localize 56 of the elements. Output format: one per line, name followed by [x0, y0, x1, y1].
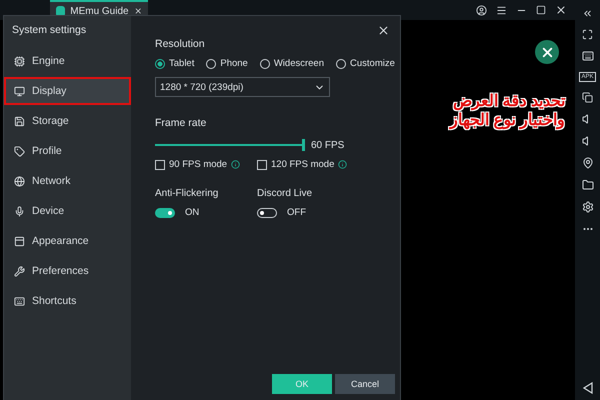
section-label: Frame rate	[155, 117, 208, 129]
nav-item[interactable]: Shortcuts	[4, 287, 131, 315]
close-icon[interactable]	[377, 24, 390, 37]
close-icon[interactable]	[555, 4, 567, 16]
slider-reading: 60 FPS	[311, 140, 344, 150]
user-icon[interactable]	[476, 4, 487, 16]
window-icon	[14, 236, 25, 246]
info-icon[interactable]	[231, 160, 240, 169]
checkbox[interactable]	[257, 160, 267, 170]
dialog-title: System settings	[11, 23, 88, 38]
nav-item[interactable]: Appearance	[4, 227, 131, 255]
microphone-icon	[14, 206, 25, 216]
chip-icon	[14, 56, 25, 66]
info-icon[interactable]	[338, 160, 348, 169]
maximize-icon[interactable]	[536, 5, 546, 15]
back-icon[interactable]	[582, 382, 592, 394]
location-icon[interactable]	[582, 157, 594, 169]
keyboard-icon	[14, 296, 25, 306]
annotation-caption: تحديد دقة العرض واختيار نوع الجهاز	[450, 92, 565, 130]
close-icon[interactable]	[134, 6, 142, 16]
tag-icon	[14, 146, 25, 156]
radio-option[interactable]: Tablet	[155, 58, 194, 69]
toggle-switch[interactable]	[155, 208, 175, 218]
settings-icon[interactable]	[582, 201, 594, 213]
nav-item[interactable]: Network	[4, 167, 131, 195]
monitor-icon	[14, 86, 25, 96]
folder-icon[interactable]	[582, 179, 594, 191]
cancel-button[interactable]: Cancel	[335, 374, 395, 394]
resolution-dropdown[interactable]: 1280 * 720 (239dpi)	[155, 77, 330, 97]
toggle-label: Anti-Flickering	[155, 188, 220, 199]
radio-option[interactable]: Phone	[206, 58, 248, 69]
keyboard-icon[interactable]	[582, 50, 594, 62]
globe-icon	[14, 176, 25, 186]
toggle-state: ON	[185, 207, 200, 218]
toggle-state: OFF	[287, 207, 306, 218]
nav-item[interactable]: Engine	[4, 47, 131, 75]
nav-item[interactable]: Profile	[4, 137, 131, 165]
toggle-switch[interactable]	[257, 208, 277, 218]
toggle-label: Discord Live	[257, 188, 314, 199]
multi-window-icon[interactable]	[582, 92, 593, 103]
wrench-icon	[14, 266, 25, 276]
nav-item[interactable]: Device	[4, 197, 131, 225]
section-label: Resolution	[155, 38, 206, 50]
checkbox-label: 120 FPS mode	[271, 159, 334, 170]
app-icon	[56, 6, 66, 16]
nav-item[interactable]: Storage	[4, 107, 131, 135]
checkbox-label: 90 FPS mode	[169, 159, 228, 170]
nav-item[interactable]: Display	[4, 77, 131, 105]
checkbox[interactable]	[155, 160, 165, 170]
radio-option[interactable]: Widescreen	[260, 58, 324, 69]
fullscreen-icon[interactable]	[582, 29, 593, 40]
radio-option[interactable]: Customize	[336, 58, 395, 69]
collapse-icon[interactable]	[582, 8, 593, 19]
nav-item[interactable]: Preferences	[4, 257, 131, 285]
close-icon[interactable]	[535, 40, 559, 64]
menu-icon[interactable]	[496, 4, 507, 16]
